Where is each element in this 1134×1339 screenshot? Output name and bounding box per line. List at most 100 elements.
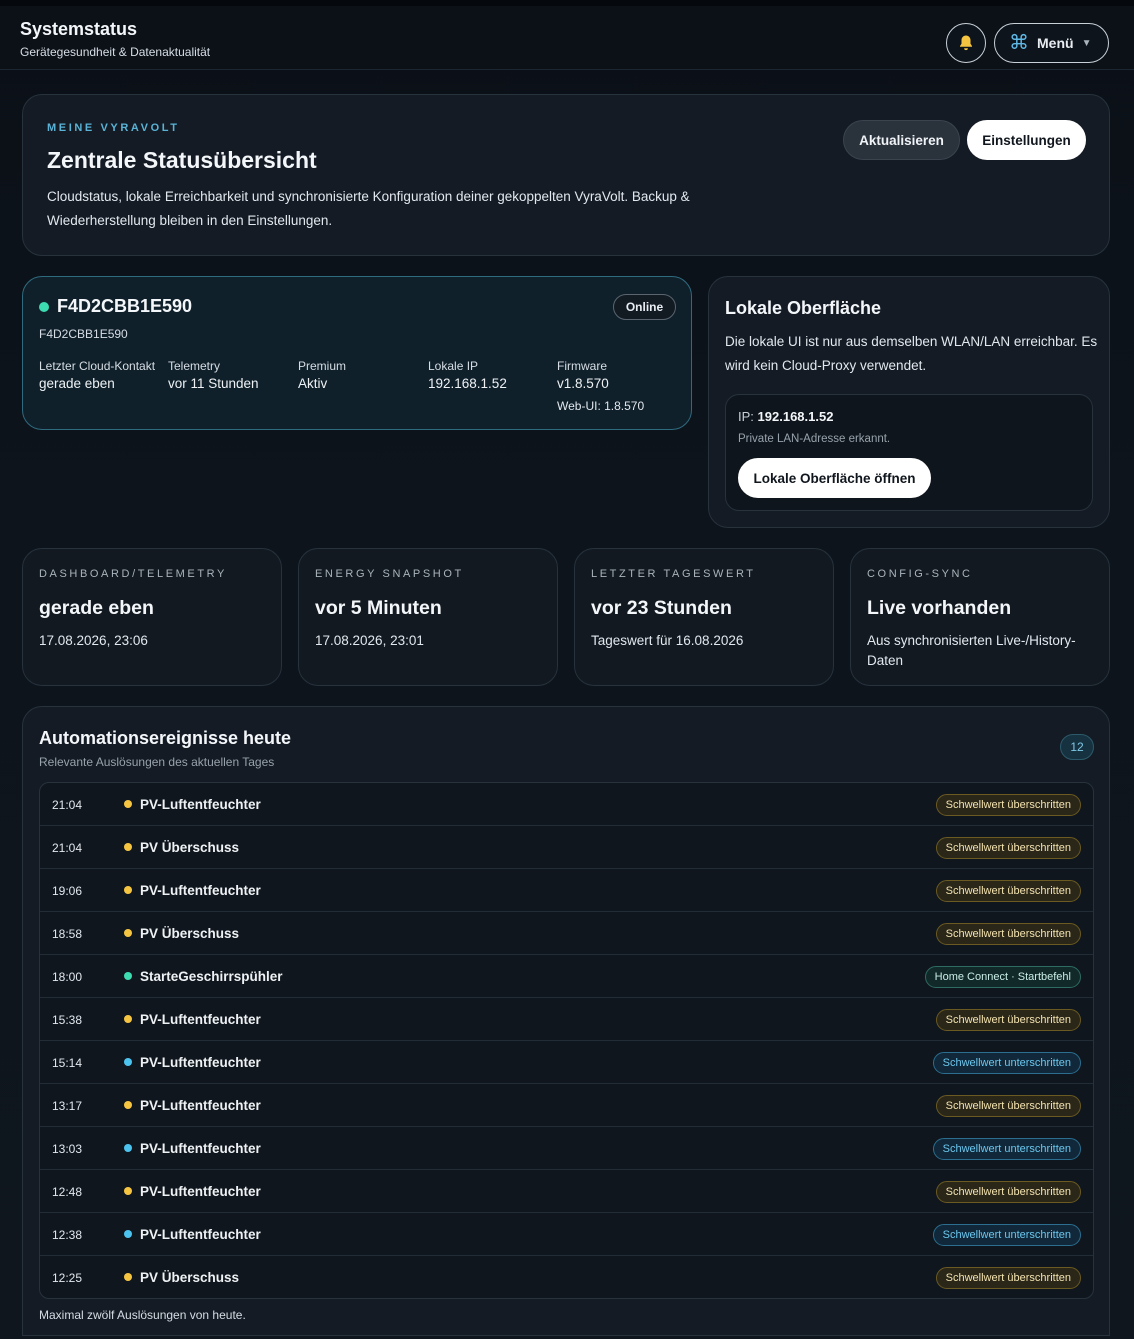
- event-time: 15:38: [52, 1013, 83, 1027]
- event-count-badge: 12: [1060, 734, 1094, 760]
- local-ui-card: Lokale Oberfläche Die lokale UI ist nur …: [708, 276, 1110, 528]
- stat-card-detail: Tageswert für 16.08.2026: [591, 633, 744, 648]
- event-status-dot: [124, 800, 132, 808]
- event-time: 13:03: [52, 1142, 83, 1156]
- online-status-dot: [39, 301, 49, 312]
- event-tag: Schwellwert überschritten: [935, 880, 1081, 902]
- ip-value: 192.168.1.52: [757, 409, 834, 424]
- app-subtitle: Gerätegesundheit & Datenaktualität: [20, 45, 211, 59]
- event-status-dot: [124, 886, 132, 894]
- event-tag: Schwellwert überschritten: [935, 1181, 1081, 1203]
- event-tag: Home Connect · Startbefehl: [924, 966, 1081, 988]
- event-time: 12:25: [52, 1271, 83, 1285]
- notifications-button[interactable]: [946, 23, 986, 63]
- stat-local-ip: Lokale IP 192.168.1.52: [428, 359, 556, 391]
- event-status-dot: [124, 1144, 132, 1152]
- stat-label: Letzter Cloud-Kontakt: [39, 359, 156, 373]
- ip-label: IP:: [738, 409, 754, 424]
- event-time: 21:04: [52, 841, 83, 855]
- automation-subtitle: Relevante Auslösungen des aktuellen Tage…: [39, 755, 275, 769]
- event-status-dot: [124, 1015, 132, 1023]
- stat-card-energy: ENERGY SNAPSHOT vor 5 Minuten 17.08.2026…: [298, 548, 558, 686]
- menu-button[interactable]: ⌘ Menü ▼: [994, 23, 1109, 63]
- event-row: 12:48 PV-Luftentfeuchter Schwellwert übers…: [40, 1170, 1093, 1213]
- ip-note: Private LAN-Adresse erkannt.: [738, 433, 891, 445]
- event-row: 15:38 PV-Luftentfeuchter Schwellwert übers…: [40, 998, 1093, 1041]
- device-card: F4D2CBB1E590 F4D2CBB1E590 Online Letzter…: [22, 276, 692, 430]
- stat-cloud-contact: Letzter Cloud-Kontakt gerade eben: [39, 359, 167, 391]
- event-name: PV-Luftentfeuchter: [140, 1098, 261, 1113]
- event-tag: Schwellwert überschritten: [935, 1095, 1081, 1117]
- event-name: PV Überschuss: [140, 840, 240, 855]
- event-name: PV-Luftentfeuchter: [140, 1055, 261, 1070]
- event-row: 12:38 PV-Luftentfeuchter Schwellwert unter…: [40, 1213, 1093, 1256]
- stat-card-detail: Aus synchronisierten Live-/History-Daten: [867, 633, 1076, 668]
- event-time: 18:00: [52, 970, 83, 984]
- stat-firmware: Firmware v1.8.570 Web-UI: 1.8.570: [557, 359, 685, 413]
- event-row: 15:14 PV-Luftentfeuchter Schwellwert unter…: [40, 1041, 1093, 1084]
- stat-label: Premium: [298, 359, 347, 373]
- event-status-dot: [124, 972, 132, 980]
- event-name: PV-Luftentfeuchter: [140, 1184, 261, 1199]
- stat-card-detail: 17.08.2026, 23:01: [315, 633, 424, 648]
- event-name: PV Überschuss: [140, 1270, 240, 1285]
- event-tag: Schwellwert unterschritten: [932, 1138, 1081, 1160]
- overview-card: MEINE VYRAVOLT Zentrale Statusübersicht …: [22, 94, 1110, 256]
- overview-description: Cloudstatus, lokale Erreichbarkeit und s…: [47, 189, 690, 228]
- event-row: 21:04 PV Überschuss Schwellwert überschrit…: [40, 826, 1093, 869]
- event-name: PV-Luftentfeuchter: [140, 1141, 261, 1156]
- stat-label: Firmware: [557, 359, 607, 373]
- event-status-dot: [124, 1187, 132, 1195]
- top-bar: Systemstatus Gerätegesundheit & Datenakt…: [0, 0, 1134, 70]
- event-time: 13:17: [52, 1099, 83, 1113]
- event-row: 13:03 PV-Luftentfeuchter Schwellwert unter…: [40, 1127, 1093, 1170]
- event-name: PV Überschuss: [140, 926, 240, 941]
- event-time: 12:38: [52, 1228, 83, 1242]
- event-tag: Schwellwert überschritten: [935, 1267, 1081, 1289]
- stat-card-eyebrow: CONFIG-SYNC: [867, 568, 973, 580]
- event-tag: Schwellwert unterschritten: [932, 1224, 1081, 1246]
- event-status-dot: [124, 1101, 132, 1109]
- ip-box: IP: 192.168.1.52 Private LAN-Adresse erk…: [725, 394, 1093, 511]
- refresh-button[interactable]: Aktualisieren: [843, 120, 960, 160]
- stat-value: v1.8.570: [557, 376, 609, 391]
- event-time: 21:04: [52, 798, 83, 812]
- web-ui-version: Web-UI: 1.8.570: [557, 399, 645, 413]
- stat-card-eyebrow: LETZTER TAGESWERT: [591, 568, 756, 580]
- stat-label: Telemetry: [168, 359, 221, 373]
- stat-card-value: Live vorhanden: [867, 597, 1012, 619]
- ip-line: IP: 192.168.1.52: [738, 409, 833, 424]
- event-row: 12:25 PV Überschuss Schwellwert überschrit…: [40, 1256, 1093, 1298]
- stat-card-daily-value: LETZTER TAGESWERT vor 23 Stunden Tageswe…: [574, 548, 834, 686]
- local-ui-title: Lokale Oberfläche: [725, 298, 882, 318]
- event-tag: Schwellwert überschritten: [935, 923, 1081, 945]
- event-name: StarteGeschirrspühler: [140, 969, 283, 984]
- settings-button[interactable]: Einstellungen: [967, 120, 1086, 160]
- page-title: Zentrale Statusübersicht: [47, 147, 317, 173]
- device-name: F4D2CBB1E590: [57, 296, 193, 316]
- event-status-dot: [124, 1273, 132, 1281]
- stat-card-eyebrow: ENERGY SNAPSHOT: [315, 568, 464, 580]
- event-row: 21:04 PV-Luftentfeuchter Schwellwert übers…: [40, 783, 1093, 826]
- automation-card: Automationsereignisse heute Relevante Au…: [22, 706, 1110, 1336]
- stat-card-value: gerade eben: [39, 597, 154, 619]
- event-row: 13:17 PV-Luftentfeuchter Schwellwert übers…: [40, 1084, 1093, 1127]
- open-local-ui-button[interactable]: Lokale Oberfläche öffnen: [738, 458, 931, 498]
- event-tag: Schwellwert überschritten: [935, 837, 1081, 859]
- event-status-dot: [124, 1230, 132, 1238]
- event-name: PV-Luftentfeuchter: [140, 1012, 261, 1027]
- stat-card-eyebrow: DASHBOARD/TELEMETRY: [39, 568, 227, 580]
- stat-card-config-sync: CONFIG-SYNC Live vorhanden Aus synchroni…: [850, 548, 1110, 686]
- event-time: 18:58: [52, 927, 83, 941]
- event-tag: Schwellwert unterschritten: [932, 1052, 1081, 1074]
- event-row: 18:58 PV Überschuss Schwellwert überschrit…: [40, 912, 1093, 955]
- stat-value: Aktiv: [298, 376, 328, 391]
- automation-footnote: Maximal zwölf Auslösungen von heute.: [39, 1308, 246, 1322]
- bell-icon: [960, 35, 972, 51]
- event-time: 12:48: [52, 1185, 83, 1199]
- local-ui-description: Die lokale UI ist nur aus demselben WLAN…: [725, 334, 1098, 373]
- stat-card-value: vor 23 Stunden: [591, 597, 732, 619]
- event-row: 18:00 StarteGeschirrspühler Home Connect ·…: [40, 955, 1093, 998]
- device-id: F4D2CBB1E590: [39, 327, 128, 341]
- event-name: PV-Luftentfeuchter: [140, 883, 261, 898]
